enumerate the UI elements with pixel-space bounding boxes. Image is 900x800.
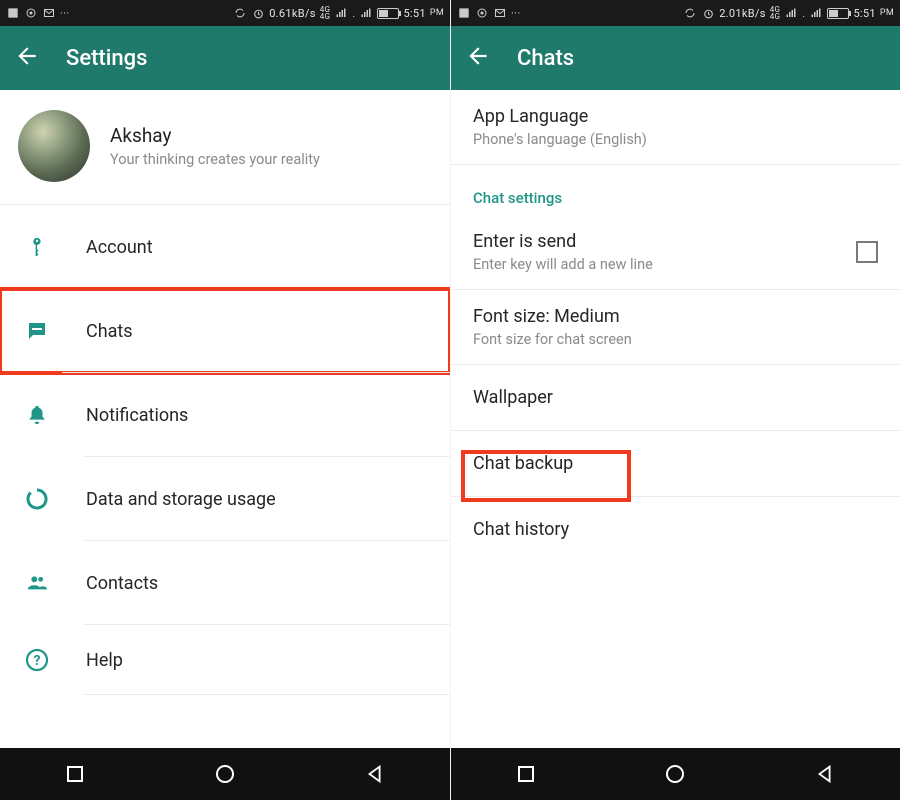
signal-icon xyxy=(334,6,348,20)
signal-icon xyxy=(784,6,798,20)
appbar-title: Settings xyxy=(66,46,147,71)
pref-title: Enter is send xyxy=(473,231,882,252)
nav-recent-button[interactable] xyxy=(514,762,538,786)
square-icon xyxy=(518,766,534,782)
nav-back-button[interactable] xyxy=(813,762,837,786)
help-icon: ? xyxy=(22,648,52,672)
settings-item-label: Data and storage usage xyxy=(86,489,276,510)
settings-item-notifications[interactable]: Notifications xyxy=(22,373,450,457)
profile-status: Your thinking creates your reality xyxy=(110,151,320,168)
status-ampm: PM xyxy=(880,8,894,18)
status-net: 4G4G xyxy=(770,6,781,20)
status-time: 5:51 xyxy=(853,7,875,20)
pref-font-size[interactable]: Font size: Medium Font size for chat scr… xyxy=(451,290,900,365)
status-rate: 0.61kB/s xyxy=(269,7,316,20)
nav-back-button[interactable] xyxy=(363,762,387,786)
triangle-left-icon xyxy=(364,763,386,785)
circle-icon xyxy=(666,765,684,783)
pref-title: App Language xyxy=(473,106,882,127)
nav-home-button[interactable] xyxy=(663,762,687,786)
bell-icon xyxy=(22,403,52,427)
signal-dot-icon: . xyxy=(802,7,805,20)
back-button[interactable] xyxy=(465,43,491,73)
contacts-icon xyxy=(22,572,52,594)
settings-item-label: Contacts xyxy=(86,573,158,594)
back-button[interactable] xyxy=(14,43,40,73)
nav-recent-button[interactable] xyxy=(63,762,87,786)
more-icon: ··· xyxy=(511,7,521,20)
settings-item-label: Notifications xyxy=(86,405,188,426)
battery-icon xyxy=(827,8,849,19)
square-icon xyxy=(67,766,83,782)
settings-item-data[interactable]: Data and storage usage xyxy=(22,457,450,541)
pref-chat-backup[interactable]: Chat backup xyxy=(451,431,900,497)
status-bar: ··· 0.61kB/s 4G4G . 5:51 PM xyxy=(0,0,450,26)
pref-wallpaper[interactable]: Wallpaper xyxy=(451,365,900,431)
chat-icon xyxy=(22,319,52,343)
pref-app-language[interactable]: App Language Phone's language (English) xyxy=(451,90,900,165)
image-icon xyxy=(457,6,471,20)
arrow-left-icon xyxy=(465,43,491,69)
status-ampm: PM xyxy=(430,8,444,18)
nav-home-button[interactable] xyxy=(213,762,237,786)
profile-row[interactable]: Akshay Your thinking creates your realit… xyxy=(0,90,450,204)
signal-dot-icon: . xyxy=(352,7,355,20)
triangle-left-icon xyxy=(814,763,836,785)
status-bar: ··· 2.01kB/s 4G4G . 5:51 PM xyxy=(451,0,900,26)
pref-title: Wallpaper xyxy=(473,387,882,408)
pref-title: Font size: Medium xyxy=(473,306,882,327)
arrow-left-icon xyxy=(14,43,40,69)
settings-item-account[interactable]: Account xyxy=(22,205,450,289)
appbar: Settings xyxy=(0,26,450,90)
pref-subtitle: Enter key will add a new line xyxy=(473,256,882,273)
alarm-icon xyxy=(701,6,715,20)
status-net: 4G4G xyxy=(320,6,331,20)
data-usage-icon xyxy=(22,487,52,511)
settings-item-label: Chats xyxy=(86,321,133,342)
avatar xyxy=(18,110,90,182)
more-icon: ··· xyxy=(60,7,70,20)
appbar: Chats xyxy=(451,26,900,90)
signal2-icon xyxy=(359,6,373,20)
screen-chats: ··· 2.01kB/s 4G4G . 5:51 PM Chats xyxy=(450,0,900,800)
signal2-icon xyxy=(809,6,823,20)
settings-item-help[interactable]: ? Help xyxy=(22,625,450,695)
mail-icon xyxy=(42,6,56,20)
pref-subtitle: Phone's language (English) xyxy=(473,131,882,148)
sync-icon xyxy=(683,6,697,20)
image-icon xyxy=(6,6,20,20)
settings-item-label: Help xyxy=(86,650,123,671)
key-icon xyxy=(22,234,52,260)
svg-text:?: ? xyxy=(34,653,41,669)
battery-icon xyxy=(377,8,399,19)
pref-title: Chat backup xyxy=(473,453,882,474)
checkbox-unchecked-icon[interactable] xyxy=(856,241,878,263)
screen-settings: ··· 0.61kB/s 4G4G . 5:51 PM Settings xyxy=(0,0,450,800)
sync-icon xyxy=(233,6,247,20)
status-rate: 2.01kB/s xyxy=(719,7,766,20)
status-time: 5:51 xyxy=(403,7,425,20)
circle-icon xyxy=(216,765,234,783)
pref-subtitle: Font size for chat screen xyxy=(473,331,882,348)
mail-icon xyxy=(493,6,507,20)
nav-bar xyxy=(0,748,450,800)
pref-title: Chat history xyxy=(473,519,882,540)
appbar-title: Chats xyxy=(517,46,574,71)
alarm-icon xyxy=(251,6,265,20)
nav-bar xyxy=(451,748,900,800)
profile-name: Akshay xyxy=(110,124,320,147)
section-chat-settings: Chat settings xyxy=(451,165,900,215)
pref-chat-history[interactable]: Chat history xyxy=(451,497,900,562)
settings-item-chats[interactable]: Chats xyxy=(0,289,450,373)
target-icon xyxy=(24,6,38,20)
settings-item-label: Account xyxy=(86,237,153,258)
target-icon xyxy=(475,6,489,20)
pref-enter-is-send[interactable]: Enter is send Enter key will add a new l… xyxy=(451,215,900,290)
settings-item-contacts[interactable]: Contacts xyxy=(22,541,450,625)
